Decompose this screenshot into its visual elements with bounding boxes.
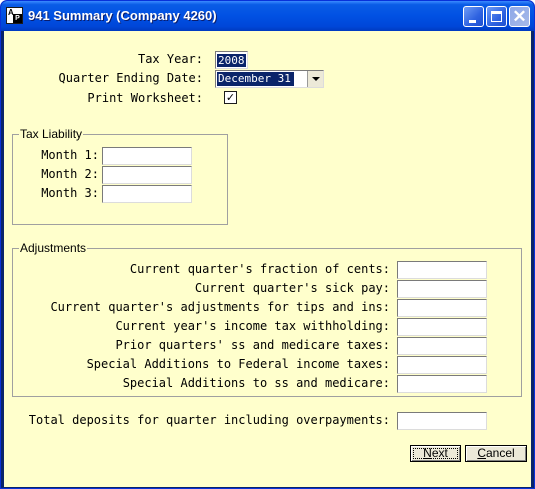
month-3-input[interactable] (102, 185, 192, 203)
adjustments-title: Adjustments (19, 241, 88, 255)
close-button[interactable]: ✕ (509, 6, 530, 27)
tax-year-value: 2008 (217, 54, 246, 67)
close-icon: ✕ (512, 7, 527, 26)
fraction-of-cents-input[interactable] (397, 261, 487, 279)
quarter-ending-select[interactable]: December 31 (215, 70, 324, 88)
month-2-input[interactable] (102, 166, 192, 184)
income-tax-withholding-input[interactable] (397, 318, 487, 336)
ss-medicare-additions-input[interactable] (397, 375, 487, 393)
quarter-ending-value: December 31 (217, 72, 294, 86)
dialog-window: AP 941 Summary (Company 4260) ✕ Tax Year… (0, 0, 535, 489)
minimize-icon (469, 20, 476, 23)
tips-adjustments-label: Current quarter's adjustments for tips a… (50, 300, 390, 314)
federal-additions-label: Special Additions to Federal income taxe… (86, 357, 390, 371)
month-1-input[interactable] (102, 147, 192, 165)
window-title: 941 Summary (Company 4260) (28, 8, 217, 23)
ss-medicare-additions-label: Special Additions to ss and medicare: (122, 376, 390, 390)
prior-ss-medicare-input[interactable] (397, 337, 487, 355)
fraction-of-cents-label: Current quarter's fraction of cents: (129, 262, 390, 276)
tax-year-input[interactable]: 2008 (215, 51, 248, 69)
next-label-rest: ext (431, 446, 448, 460)
maximize-button[interactable] (486, 6, 507, 27)
cancel-label-rest: ancel (485, 446, 515, 460)
dropdown-button[interactable] (307, 71, 323, 87)
next-mnemonic: N (423, 446, 432, 460)
month-2-label: Month 2: (41, 167, 99, 181)
title-bar[interactable]: AP 941 Summary (Company 4260) ✕ (1, 1, 534, 31)
chevron-down-icon (312, 77, 320, 81)
quarter-ending-label: Quarter Ending Date: (58, 71, 204, 85)
cancel-button[interactable]: Cancel (465, 445, 527, 462)
prior-ss-medicare-label: Prior quarters' ss and medicare taxes: (115, 338, 390, 352)
print-worksheet-label: Print Worksheet: (87, 91, 203, 105)
app-icon[interactable]: AP (6, 7, 23, 24)
month-1-label: Month 1: (41, 148, 99, 162)
cancel-mnemonic: C (477, 446, 486, 460)
tax-year-label: Tax Year: (137, 52, 203, 66)
month-3-label: Month 3: (41, 186, 99, 200)
next-button[interactable]: Next (410, 445, 461, 462)
income-tax-withholding-label: Current year's income tax withholding: (115, 319, 390, 333)
print-worksheet-checkbox[interactable]: ✓ (224, 91, 237, 104)
sick-pay-label: Current quarter's sick pay: (194, 281, 390, 295)
dialog-client-area: Tax Year: 2008 Quarter Ending Date: Dece… (4, 31, 531, 487)
maximize-icon (491, 11, 502, 22)
minimize-button[interactable] (463, 6, 484, 27)
tips-adjustments-input[interactable] (397, 299, 487, 317)
sick-pay-input[interactable] (397, 280, 487, 298)
federal-additions-input[interactable] (397, 356, 487, 374)
tax-liability-title: Tax Liability (19, 127, 84, 141)
total-deposits-input[interactable] (397, 412, 487, 430)
total-deposits-label: Total deposits for quarter including ove… (28, 413, 390, 427)
